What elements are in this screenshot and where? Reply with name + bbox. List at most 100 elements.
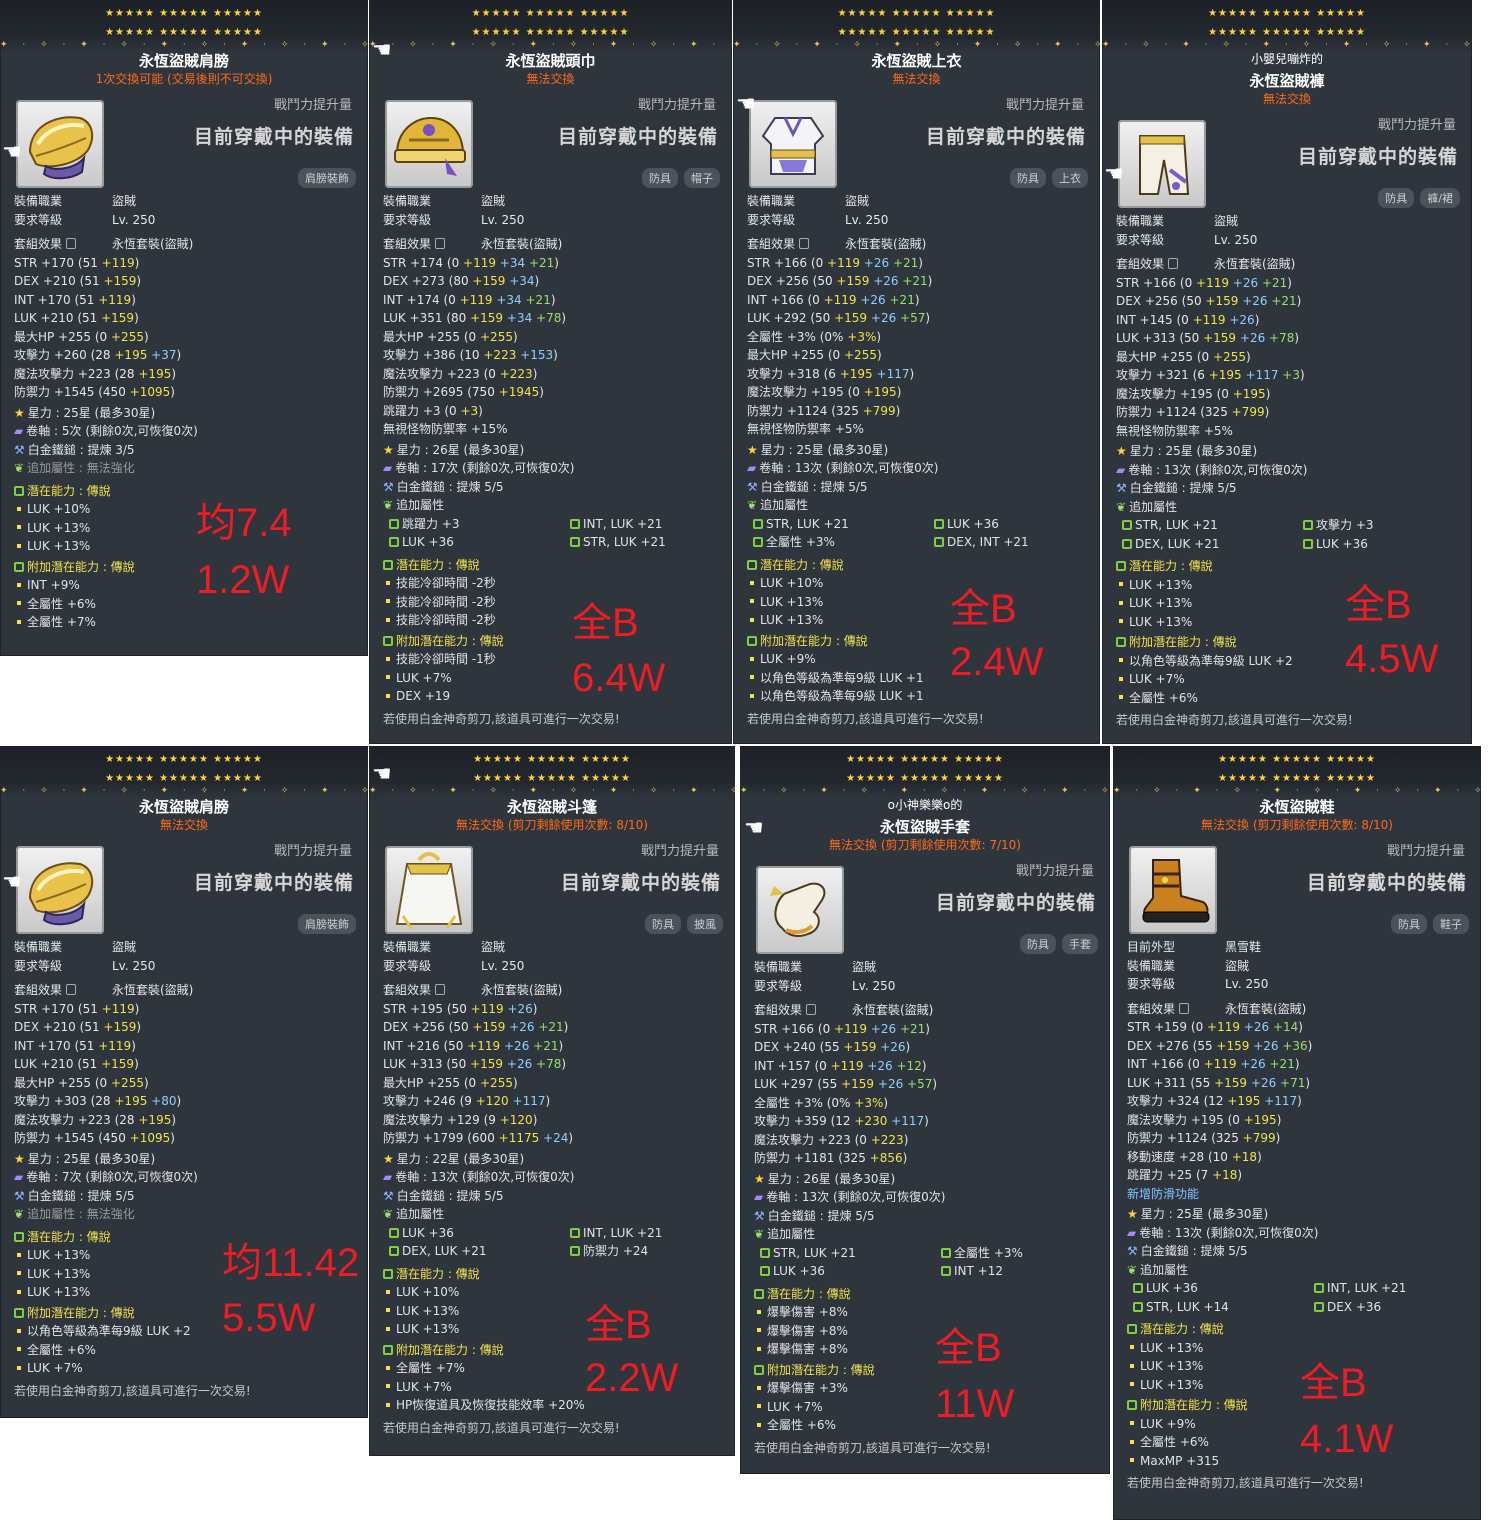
bullet-icon	[757, 1328, 761, 1332]
bonus-stat-icon	[934, 518, 944, 529]
bonus-potential-line: LUK +7%	[14, 1359, 360, 1377]
shoulder-icon	[16, 100, 104, 188]
bullet-icon	[1130, 1421, 1134, 1425]
bonus-stat-icon	[1314, 1301, 1324, 1312]
set-effect: 套組效果 永恆套裝(盜賊)	[1127, 1000, 1473, 1018]
star-force-line: ★ 星力 : 25星 (最多30星)	[1116, 444, 1258, 458]
trade-status: 無法交換 (剪刀剩餘使用次數: 8/10)	[1201, 818, 1393, 832]
cape-icon	[385, 846, 473, 934]
potential-line: LUK +13%	[1116, 594, 1464, 612]
bonus-stat-header: ❦ 追加屬性	[383, 498, 445, 512]
hammer-icon: ⚒	[754, 1208, 765, 1223]
category-tag: 上衣	[1052, 168, 1088, 188]
category-tags: 肩膀裝飾	[298, 914, 356, 934]
bonus-stat-icon	[570, 518, 580, 529]
required-job: 裝備職業 盜賊	[383, 192, 724, 210]
equipped-label: 目前穿戴中的裝備	[560, 872, 721, 894]
stat-line: 跳躍力 +25 (7 +18)	[1127, 1168, 1243, 1182]
bonus-stat-icon: ❦	[1116, 499, 1127, 514]
required-level-label: 要求等級	[14, 212, 63, 227]
star-row-icon: ★★★★★ ★★★★★ ★★★★★	[105, 27, 263, 38]
bonus-potential-line: 全屬性 +6%	[1116, 689, 1464, 707]
bonus-stat-icon	[760, 1247, 770, 1258]
stat-line: STR +159 (0 +119 +26 +14)	[1127, 1020, 1303, 1034]
star-force-line: ★ 星力 : 25星 (最多30星)	[1127, 1207, 1269, 1221]
lock-icon	[806, 1004, 817, 1015]
item-title: 永恆盜賊鞋	[1259, 798, 1335, 816]
bonus-stat: LUK +36	[383, 533, 564, 551]
bonus-stat-icon	[1122, 520, 1132, 530]
potential-icon	[754, 1288, 764, 1299]
stat-line: 魔法攻擊力 +195 (0 +195)	[1116, 386, 1271, 401]
category-tags: 防具 上衣	[1010, 168, 1088, 188]
category-tag: 帽子	[684, 168, 720, 188]
equipped-label: 目前穿戴中的裝備	[935, 892, 1096, 914]
potential-icon	[747, 635, 757, 646]
stat-line: 最大HP +255 (0 +255)	[14, 329, 149, 344]
item-tooltip: ★★★★★ ★★★★★ ★★★★★ ★★★★★ ★★★★★ ★★★★★ ✦ · ✧ …	[369, 0, 732, 744]
cursor-hand-icon: ☚	[372, 38, 392, 63]
stat-line: STR +166 (0 +119 +26 +21)	[1116, 275, 1292, 290]
bullet-icon	[386, 1289, 390, 1294]
bullet-icon	[1119, 676, 1123, 681]
required-level-label: 要求等級	[1116, 232, 1165, 247]
item-title: 永恆盜賊手套	[879, 818, 970, 836]
combat-power-label: 戰鬥力提升量	[273, 844, 352, 859]
item-tooltip: ★★★★★ ★★★★★ ★★★★★ ★★★★★ ★★★★★ ★★★★★ ✦ · ✧ …	[733, 0, 1100, 744]
equipped-label: 目前穿戴中的裝備	[193, 872, 354, 894]
hammer-line: ⚒ 白金鐵鎚 : 提煉 5/5	[1116, 481, 1237, 495]
star-icon: ★	[14, 1151, 25, 1166]
bonus-potential-line: LUK +7%	[754, 1398, 1102, 1416]
price-annotation: 均7.4	[196, 501, 292, 545]
stat-line: 最大HP +255 (0 +255)	[14, 1075, 149, 1090]
potential-header: 潛在能力 : 傳說	[754, 1285, 1102, 1303]
bonus-stat-icon: ❦	[14, 1207, 25, 1221]
bullet-icon	[17, 543, 21, 548]
required-level-value: Lv. 250	[1214, 232, 1258, 247]
stat-line: INT +157 (0 +119 +26 +12)	[754, 1058, 927, 1073]
star-icon: ★	[1127, 1207, 1138, 1221]
price-annotation: 均11.42	[222, 1241, 360, 1285]
stat-line: 攻擊力 +324 (12 +195 +117)	[1127, 1094, 1302, 1108]
category-tag: 肩膀裝飾	[298, 168, 356, 188]
set-effect-label: 套組效果	[383, 981, 481, 999]
bonus-stat-icon	[570, 537, 580, 547]
star-row-icon: ★★★★★ ★★★★★ ★★★★★	[846, 754, 1004, 765]
equipped-label: 目前穿戴中的裝備	[1297, 146, 1458, 168]
price-annotation: 全B	[1345, 583, 1412, 627]
bonus-stat-row: STR, LUK +21 LUK +36	[747, 515, 1092, 533]
required-job-label: 裝備職業	[1127, 958, 1176, 973]
trade-status: 無法交換 (剪刀剩餘使用次數: 7/10)	[829, 838, 1021, 852]
cursor-hand-icon: ☚	[2, 140, 22, 165]
stat-line: INT +170 (51 +119)	[14, 1038, 136, 1053]
set-effect-value: 永恆套裝(盜賊)	[481, 983, 563, 997]
bonus-stat-row: DEX, LUK +21 LUK +36	[1116, 535, 1464, 553]
category-tag: 防具	[1378, 188, 1415, 208]
item-tooltip: ★★★★★ ★★★★★ ★★★★★ ★★★★★ ★★★★★ ★★★★★ ✦ · ✧ …	[1102, 0, 1472, 744]
category-tag: 披風	[687, 914, 723, 934]
required-job-value: 盜賊	[1214, 214, 1239, 228]
cursor-hand-icon: ☚	[372, 762, 392, 787]
star-force-line: ★ 星力 : 26星 (最多30星)	[754, 1171, 896, 1186]
bonus-stat-icon	[1303, 520, 1313, 530]
hammer-line: ⚒ 白金鐵鎚 : 提煉 5/5	[383, 1188, 504, 1203]
bonus-stat: LUK +36	[1127, 1279, 1308, 1297]
set-effect-label: 套組效果	[14, 981, 112, 999]
bonus-potential-line: INT +9%	[14, 576, 360, 594]
bullet-icon	[750, 580, 754, 585]
potential-line: 爆擊傷害 +8%	[754, 1322, 1102, 1340]
star-row-icon: ★★★★★ ★★★★★ ★★★★★	[105, 8, 263, 19]
scroll-icon: ▰	[14, 1170, 24, 1184]
stat-line: 攻擊力 +386 (10 +223 +153)	[383, 348, 558, 362]
price-annotation: 5.5W	[222, 1296, 316, 1340]
bonus-stat-icon	[570, 1246, 580, 1256]
scroll-line: ▰ 卷軸 : 17次 (剩餘0次,可恢復0次)	[383, 461, 575, 475]
stat-line: DEX +256 (50 +159 +26 +21)	[1116, 294, 1302, 308]
appearance-value: 黑雪鞋	[1225, 940, 1262, 954]
bonus-stat-icon	[389, 518, 399, 529]
set-effect-value: 永恆套裝(盜賊)	[112, 983, 194, 997]
equipped-label: 目前穿戴中的裝備	[557, 126, 718, 148]
bullet-icon	[1119, 582, 1123, 586]
potential-line: LUK +13%	[747, 611, 1092, 629]
potential-line: LUK +13%	[1116, 576, 1464, 594]
